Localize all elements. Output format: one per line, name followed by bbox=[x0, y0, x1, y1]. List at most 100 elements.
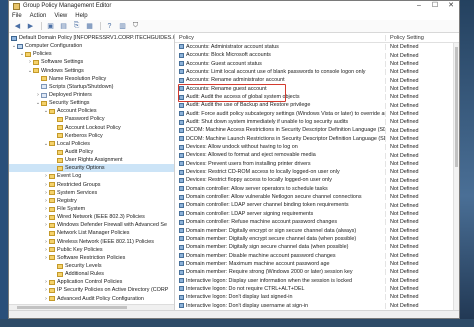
tree-item[interactable]: Additional Rules bbox=[9, 270, 174, 278]
list-item[interactable]: Domain member: Disable machine account p… bbox=[175, 252, 459, 260]
tree-item[interactable]: › Windows Defender Firewall with Advanced… bbox=[9, 221, 174, 229]
list-item[interactable]: Domain controller: LDAP server channel b… bbox=[175, 202, 459, 210]
policy-setting-icon bbox=[179, 278, 184, 284]
tree-item[interactable]: › Public Key Policies bbox=[9, 246, 174, 254]
tree-item[interactable]: › Application Control Policies bbox=[9, 278, 174, 286]
help-icon[interactable]: ? bbox=[104, 21, 115, 31]
tree-item[interactable]: › Event Log bbox=[9, 172, 174, 180]
list-item[interactable]: Devices: Restrict CD-ROM access to local… bbox=[175, 168, 459, 176]
tree-item[interactable]: › Advanced Audit Policy Configuration bbox=[9, 295, 174, 303]
list-item[interactable]: Interactive logon: Don't display usernam… bbox=[175, 302, 459, 310]
policy-setting-icon bbox=[179, 61, 184, 67]
close-icon[interactable]: ✕ bbox=[443, 1, 459, 11]
show-hide-tree-icon[interactable]: ▤ bbox=[58, 21, 69, 31]
up-level-icon[interactable]: ▣ bbox=[45, 21, 56, 31]
list-item[interactable]: Domain member: Maximum machine account p… bbox=[175, 260, 459, 268]
list-item[interactable]: Audit: Audit the access of global system… bbox=[175, 93, 459, 101]
column-header-policy[interactable]: Policy bbox=[175, 35, 385, 41]
tree-item[interactable]: Scripts (Startup/Shutdown) bbox=[9, 83, 174, 91]
tree-item[interactable]: › Restricted Groups bbox=[9, 181, 174, 189]
list-item[interactable]: Devices: Restrict floppy access to local… bbox=[175, 177, 459, 185]
list-item[interactable]: Audit: Force audit policy subcategory se… bbox=[175, 110, 459, 118]
list-vertical-scrollbar[interactable] bbox=[453, 43, 459, 310]
tree-item[interactable]: › System Services bbox=[9, 189, 174, 197]
tree-item[interactable]: Network List Manager Policies bbox=[9, 229, 174, 237]
tree-item-label: Wireless Network (IEEE 802.11) Policies bbox=[57, 238, 154, 245]
tree-item[interactable]: Password Policy bbox=[9, 115, 174, 123]
tree-item[interactable]: Audit Policy bbox=[9, 148, 174, 156]
menu-bar: File Action View Help bbox=[9, 11, 459, 20]
tree-item[interactable]: Name Resolution Policy bbox=[9, 75, 174, 83]
list-item[interactable]: Devices: Prevent users from installing p… bbox=[175, 160, 459, 168]
list-item[interactable]: Accounts: Guest account status Not Define… bbox=[175, 60, 459, 68]
tree-item-label: Restricted Groups bbox=[57, 181, 101, 188]
column-header-policy-setting[interactable]: Policy Setting bbox=[385, 35, 459, 41]
minimize-icon[interactable]: – bbox=[411, 1, 427, 11]
policy-setting-value: Not Defined bbox=[385, 177, 459, 184]
list-item[interactable]: Domain controller: Allow server operator… bbox=[175, 185, 459, 193]
tree-item[interactable]: User Rights Assignment bbox=[9, 156, 174, 164]
menu-file[interactable]: File bbox=[12, 13, 22, 19]
scrollbar-thumb[interactable] bbox=[17, 306, 127, 309]
back-arrow-icon[interactable]: ◀ bbox=[12, 21, 23, 31]
menu-action[interactable]: Action bbox=[30, 13, 47, 19]
tree-item[interactable]: Account Lockout Policy bbox=[9, 124, 174, 132]
tree-item[interactable]: Security Options bbox=[9, 164, 174, 173]
list-item[interactable]: Domain member: Require strong (Windows 2… bbox=[175, 268, 459, 276]
tree-item[interactable]: › File System bbox=[9, 205, 174, 213]
tree-item[interactable]: › Deployed Printers bbox=[9, 91, 174, 99]
forward-arrow-icon[interactable]: ▶ bbox=[25, 21, 36, 31]
list-item[interactable]: Devices: Allowed to format and eject rem… bbox=[175, 151, 459, 159]
tree-item[interactable]: ⌄ Security Settings bbox=[9, 99, 174, 107]
desktop-background-bottom bbox=[0, 319, 474, 327]
list-item[interactable]: Domain controller: LDAP server signing r… bbox=[175, 210, 459, 218]
tree-item[interactable]: Default Domain Policy [INFOPRESSRV1.CORP… bbox=[9, 34, 174, 42]
list-item[interactable]: DCOM: Machine Access Restrictions in Sec… bbox=[175, 126, 459, 134]
tree-item[interactable]: › Software Settings bbox=[9, 58, 174, 66]
tree-item[interactable]: Security Levels bbox=[9, 262, 174, 270]
policy-setting-icon bbox=[179, 119, 184, 125]
export-list-icon[interactable]: ▦ bbox=[84, 21, 95, 31]
policy-name: Audit: Audit the access of global system… bbox=[186, 94, 300, 101]
tree-item[interactable]: › Wired Network (IEEE 802.3) Policies bbox=[9, 213, 174, 221]
tree-item[interactable]: ⌄ Account Policies bbox=[9, 107, 174, 115]
tree-item-label: Windows Defender Firewall with Advanced … bbox=[57, 222, 167, 229]
menu-help[interactable]: Help bbox=[75, 13, 87, 19]
list-item[interactable]: Audit: Audit the use of Backup and Resto… bbox=[175, 101, 459, 109]
properties-icon[interactable]: ▥ bbox=[117, 21, 128, 31]
menu-view[interactable]: View bbox=[54, 13, 67, 19]
maximize-icon[interactable]: ☐ bbox=[427, 1, 443, 11]
tree-item[interactable]: Kerberos Policy bbox=[9, 132, 174, 140]
policy-name: Audit: Force audit policy subcategory se… bbox=[186, 110, 385, 117]
list-item[interactable]: Interactive logon: Display user informat… bbox=[175, 277, 459, 285]
tree-item[interactable]: ⌄ Computer Configuration bbox=[9, 42, 174, 50]
filter-icon[interactable]: ⛉ bbox=[130, 21, 141, 31]
policy-setting-icon bbox=[179, 294, 184, 300]
list-item[interactable]: Audit: Shut down system immediately if u… bbox=[175, 118, 459, 126]
policy-cell: Devices: Allowed to format and eject rem… bbox=[175, 152, 385, 158]
tree-item[interactable]: › Registry bbox=[9, 197, 174, 205]
list-item[interactable]: Interactive logon: Do not require CTRL+A… bbox=[175, 285, 459, 293]
copy-icon[interactable]: ⎘ bbox=[71, 21, 82, 31]
list-item[interactable]: Accounts: Limit local account use of bla… bbox=[175, 68, 459, 76]
list-item[interactable]: Interactive logon: Don't display last si… bbox=[175, 293, 459, 301]
list-item[interactable]: Accounts: Rename guest account Not Define… bbox=[175, 85, 459, 93]
list-item[interactable]: Devices: Allow undock without having to … bbox=[175, 143, 459, 151]
list-item[interactable]: Domain member: Digitally encrypt or sign… bbox=[175, 227, 459, 235]
tree-item[interactable]: ⌄ Local Policies bbox=[9, 140, 174, 148]
tree-item[interactable]: ⌄ Policies bbox=[9, 50, 174, 58]
list-item[interactable]: Accounts: Rename administrator account No… bbox=[175, 76, 459, 84]
list-item[interactable]: Accounts: Administrator account status No… bbox=[175, 43, 459, 51]
list-item[interactable]: Accounts: Block Microsoft accounts Not De… bbox=[175, 51, 459, 59]
list-item[interactable]: DCOM: Machine Launch Restrictions in Sec… bbox=[175, 135, 459, 143]
tree-item[interactable]: › IP Security Policies on Active Director… bbox=[9, 286, 174, 294]
list-item[interactable]: Domain controller: Allow vulnerable Netl… bbox=[175, 193, 459, 201]
list-item[interactable]: Domain member: Digitally encrypt secure … bbox=[175, 235, 459, 243]
scrollbar-thumb[interactable] bbox=[455, 47, 458, 167]
list-item[interactable]: Domain controller: Refuse machine accoun… bbox=[175, 218, 459, 226]
policy-setting-value: Not Defined bbox=[385, 169, 459, 176]
list-item[interactable]: Domain member: Digitally sign secure cha… bbox=[175, 243, 459, 251]
tree-item[interactable]: › Software Restriction Policies bbox=[9, 254, 174, 262]
tree-item[interactable]: ⌄ Windows Settings bbox=[9, 67, 174, 75]
tree-item[interactable]: › Wireless Network (IEEE 802.11) Policies bbox=[9, 238, 174, 246]
